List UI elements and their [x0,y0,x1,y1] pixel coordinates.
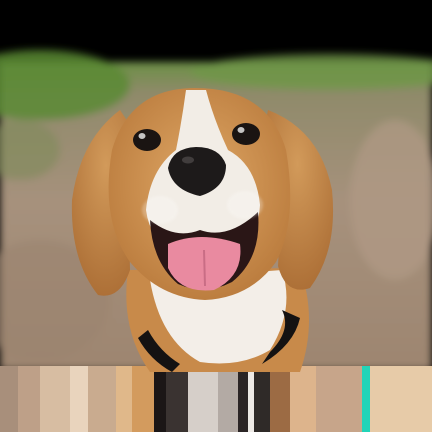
photo-canvas [0,0,432,432]
right-eye [232,123,260,145]
left-eye [133,129,161,151]
dog-head [108,88,291,300]
beagle-photo [0,0,432,432]
bottom-stretched-strip [0,366,432,432]
